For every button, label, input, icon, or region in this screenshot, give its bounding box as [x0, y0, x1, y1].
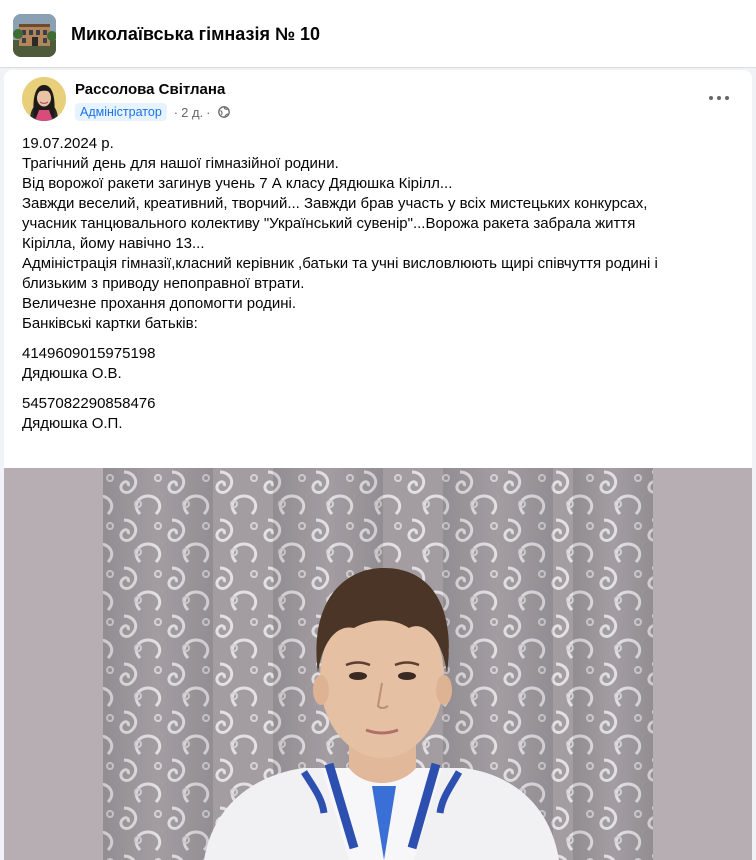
meta-separator: · — [173, 104, 179, 120]
post-photo[interactable] — [4, 468, 752, 860]
group-header: Миколаївська гімназія № 10 — [0, 0, 756, 68]
bank-card-holder: Дядюшка О.П. — [22, 415, 123, 432]
post-line: Кірілла, йому навічно 13... — [22, 235, 205, 252]
post-meta: Адміністратор · 2 д. · — [75, 102, 230, 122]
post-line: Адміністрація гімназії,класний керівник … — [22, 255, 658, 272]
post-line: Від ворожої ракети загинув учень 7 А кла… — [22, 175, 453, 192]
post-line: учасник танцювального колективу "Українс… — [22, 215, 636, 232]
school-building-image — [13, 14, 56, 57]
post-line: 19.07.2024 р. — [22, 135, 114, 152]
role-badge: Адміністратор — [75, 103, 167, 121]
post-line: близьким з приводу непоправної втрати. — [22, 275, 305, 292]
post-time[interactable]: 2 д. — [181, 105, 203, 120]
group-thumbnail[interactable] — [13, 14, 56, 57]
bank-card-holder: Дядюшка О.В. — [22, 365, 122, 382]
meta-separator-2: · — [206, 104, 211, 120]
post-line: Банківські картки батьків: — [22, 315, 198, 332]
group-title[interactable]: Миколаївська гімназія № 10 — [71, 24, 320, 45]
author-name[interactable]: Рассолова Світлана — [75, 81, 225, 98]
post-line: Завжди веселий, креативний, творчий... З… — [22, 195, 648, 212]
portrait-photo-of-boy-in-embroidered-shirt — [4, 468, 752, 860]
avatar[interactable] — [22, 77, 66, 121]
more-options-icon[interactable] — [706, 86, 734, 110]
globe-icon — [217, 106, 230, 118]
bank-card-number: 4149609015975198 — [22, 345, 156, 362]
author-avatar-image — [22, 77, 66, 121]
post-line: Трагічний день для нашої гімназійної род… — [22, 155, 339, 172]
bank-card-number: 5457082290858476 — [22, 395, 156, 412]
post-card: Рассолова Світлана Адміністратор · 2 д. … — [4, 70, 752, 860]
post-line: Величезне прохання допомогти родині. — [22, 295, 297, 312]
post-text: 19.07.2024 р. Трагічний день для нашої г… — [22, 134, 736, 434]
